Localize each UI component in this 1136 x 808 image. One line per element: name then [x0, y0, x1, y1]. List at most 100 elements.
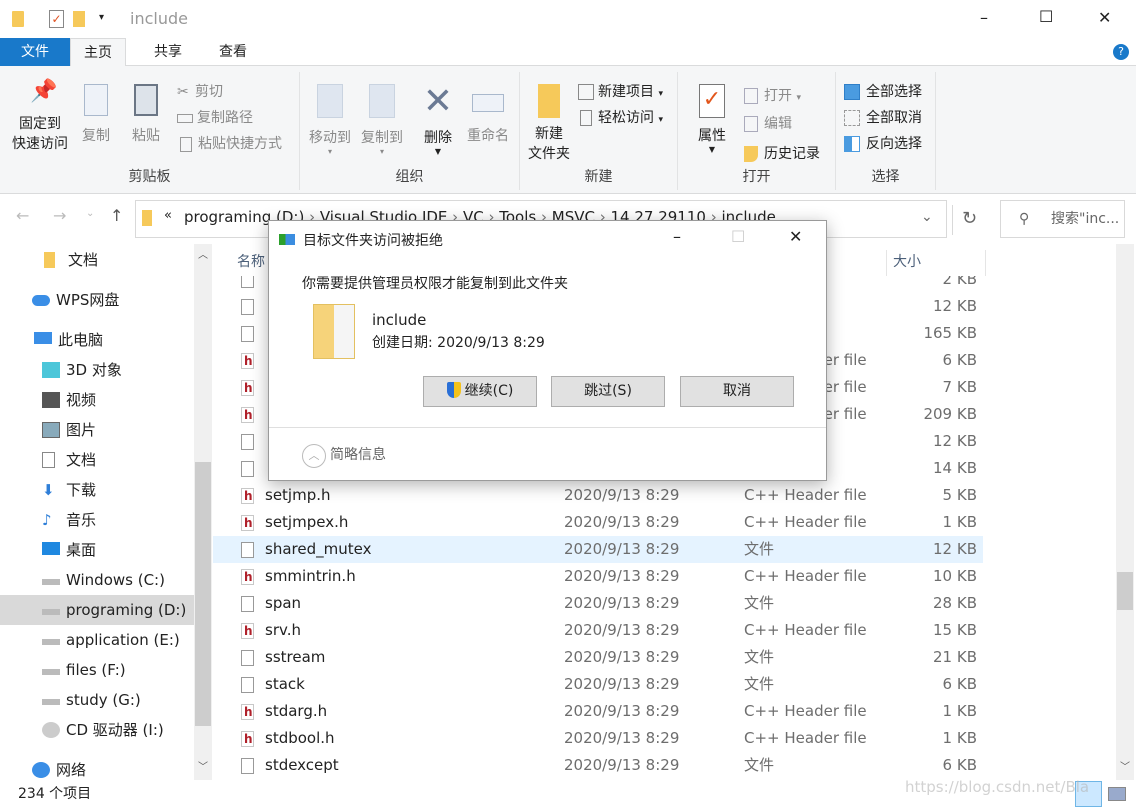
tab-share[interactable]: 共享 — [140, 38, 196, 66]
scrollbar-thumb[interactable] — [195, 462, 211, 726]
nav-item-label: 图片 — [66, 421, 97, 439]
properties-quick-icon[interactable]: ✓ — [49, 10, 64, 28]
file-date: 2020/9/13 8:29 — [564, 594, 680, 612]
file-date: 2020/9/13 8:29 — [564, 729, 680, 747]
file-size: 209 KB — [923, 405, 977, 423]
open-button[interactable]: 打开 ▾ — [744, 84, 801, 108]
file-row[interactable]: sstream 2020/9/13 8:29 文件 21 KB — [213, 644, 983, 671]
nav-item[interactable]: study (G:) — [0, 685, 194, 715]
maximize-button[interactable]: ☐ — [1039, 7, 1053, 26]
dialog-close-button[interactable]: ✕ — [789, 227, 802, 246]
nav-item[interactable]: 桌面 — [0, 535, 194, 565]
close-button[interactable]: ✕ — [1098, 8, 1111, 27]
properties-button[interactable]: ✓ 属性 ▼ — [690, 82, 734, 154]
nav-item[interactable]: application (E:) — [0, 625, 194, 655]
file-row[interactable]: shared_mutex 2020/9/13 8:29 文件 12 KB — [213, 536, 983, 563]
customize-toolbar-icon[interactable]: ▾ — [99, 12, 104, 23]
move-to-button[interactable]: 移动到 ▾ — [304, 82, 356, 156]
nav-item[interactable]: ⬇ 下载 — [0, 475, 194, 505]
scroll-down-icon[interactable]: ﹀ — [198, 758, 208, 773]
nav-item[interactable]: 图片 — [0, 415, 194, 445]
nav-item[interactable]: 网络 — [0, 755, 194, 780]
forward-button[interactable]: → — [53, 206, 66, 225]
nav-item[interactable]: 3D 对象 — [0, 355, 194, 385]
file-row[interactable]: setjmp.h 2020/9/13 8:29 C++ Header file 5 K… — [213, 482, 983, 510]
nav-item[interactable]: 文档 — [0, 445, 194, 475]
nav-item-label: 下载 — [66, 481, 97, 499]
tab-home[interactable]: 主页 — [70, 38, 126, 67]
nav-item[interactable]: CD 驱动器 (I:) — [0, 715, 194, 745]
file-size: 5 KB — [942, 486, 977, 504]
list-scrollbar[interactable]: ﹀ — [1116, 244, 1134, 780]
dropdown-arrow-icon: ▼ — [434, 147, 442, 156]
large-icons-view-button[interactable] — [1108, 787, 1126, 801]
history-button[interactable]: 历史记录 — [744, 142, 820, 166]
refresh-button[interactable]: ↻ — [952, 205, 986, 235]
column-divider[interactable] — [886, 250, 887, 276]
copy-button[interactable]: 复制 — [76, 82, 116, 146]
dialog-minimize-button[interactable]: – — [673, 227, 681, 246]
nav-item[interactable]: ♪ 音乐 — [0, 505, 194, 535]
nav-item[interactable]: 视频 — [0, 385, 194, 415]
header-file-icon — [241, 348, 254, 375]
file-row[interactable]: srv.h 2020/9/13 8:29 C++ Header file 15 KB — [213, 617, 983, 645]
select-all-button[interactable]: 全部选择 — [844, 80, 922, 104]
nav-item[interactable]: programing (D:) — [0, 595, 194, 625]
back-button[interactable]: ← — [16, 206, 29, 225]
copy-to-button[interactable]: 复制到 ▾ — [356, 82, 408, 156]
file-row[interactable]: stdbool.h 2020/9/13 8:29 C++ Header file 1 … — [213, 725, 983, 753]
scroll-up-icon[interactable]: ︿ — [198, 246, 208, 261]
delete-button[interactable]: ✕ 删除 ▼ — [416, 82, 460, 156]
column-header-name[interactable]: 名称 — [237, 244, 265, 280]
paste-shortcut-button[interactable]: 粘贴快捷方式 — [177, 132, 282, 156]
easy-access-button[interactable]: 轻松访问 ▾ — [578, 106, 663, 130]
help-icon[interactable]: ? — [1113, 44, 1129, 60]
scroll-down-icon[interactable]: ﹀ — [1120, 758, 1130, 773]
continue-button[interactable]: 继续(C) — [423, 376, 537, 407]
pin-quick-access-button[interactable]: 📌 固定到 快速访问 — [6, 81, 74, 154]
select-none-button[interactable]: 全部取消 — [844, 106, 922, 130]
up-button[interactable]: ↑ — [110, 206, 123, 225]
file-row[interactable]: span 2020/9/13 8:29 文件 28 KB — [213, 590, 983, 617]
tab-view[interactable]: 查看 — [205, 38, 261, 66]
invert-selection-button[interactable]: 反向选择 — [844, 132, 922, 156]
nav-item[interactable]: 文档 — [0, 245, 194, 275]
file-name: stdexcept — [265, 756, 339, 774]
skip-button[interactable]: 跳过(S) — [551, 376, 665, 407]
edit-button[interactable]: 编辑 — [744, 112, 792, 136]
nav-scrollbar[interactable]: ︿ ﹀ — [194, 244, 212, 780]
fewer-details-toggle[interactable]: ︿ 简略信息 — [302, 443, 386, 468]
file-row[interactable]: stack 2020/9/13 8:29 文件 6 KB — [213, 671, 983, 698]
recent-locations-button[interactable]: ⌄ — [86, 208, 94, 219]
copy-path-button[interactable]: 复制路径 — [177, 106, 253, 130]
nav-item[interactable]: Windows (C:) — [0, 565, 194, 595]
column-header-size[interactable]: 大小 — [893, 244, 921, 280]
file-row[interactable]: smmintrin.h 2020/9/13 8:29 C++ Header file… — [213, 563, 983, 591]
column-divider[interactable] — [985, 250, 986, 276]
nav-item[interactable]: files (F:) — [0, 655, 194, 685]
paste-button[interactable]: 粘贴 — [126, 82, 166, 146]
group-organize: 移动到 ▾ 复制到 ▾ ✕ 删除 ▼ 重命名 组织 — [300, 72, 520, 190]
address-dropdown-icon[interactable]: ⌄ — [921, 209, 933, 225]
new-folder-quick-icon[interactable] — [73, 11, 85, 27]
new-item-button[interactable]: 新建项目 ▾ — [578, 80, 663, 104]
group-select: 全部选择 全部取消 反向选择 选择 — [836, 72, 936, 190]
cancel-button[interactable]: 取消 — [680, 376, 794, 407]
file-size: 14 KB — [933, 459, 977, 477]
overflow-chevron-icon[interactable]: « — [164, 208, 172, 223]
scrollbar-thumb[interactable] — [1117, 572, 1133, 610]
file-row[interactable]: stdexcept 2020/9/13 8:29 文件 6 KB — [213, 752, 983, 779]
nav-item[interactable]: WPS网盘 — [0, 285, 194, 315]
cut-button[interactable]: ✂ 剪切 — [177, 80, 223, 104]
tab-file[interactable]: 文件 — [0, 38, 70, 66]
rename-button[interactable]: 重命名 — [462, 82, 514, 146]
minimize-button[interactable]: – — [980, 8, 988, 27]
select-all-icon — [844, 84, 860, 100]
file-row[interactable]: stdarg.h 2020/9/13 8:29 C++ Header file 1 K… — [213, 698, 983, 726]
nav-item[interactable]: 此电脑 — [0, 325, 194, 355]
nav-item-label: 文档 — [66, 451, 97, 469]
file-size: 1 KB — [942, 513, 977, 531]
file-row[interactable]: setjmpex.h 2020/9/13 8:29 C++ Header file 1… — [213, 509, 983, 537]
search-input[interactable]: ⚲ 搜索"inc... — [1000, 200, 1125, 238]
new-folder-button[interactable]: 新建 文件夹 — [524, 82, 574, 164]
